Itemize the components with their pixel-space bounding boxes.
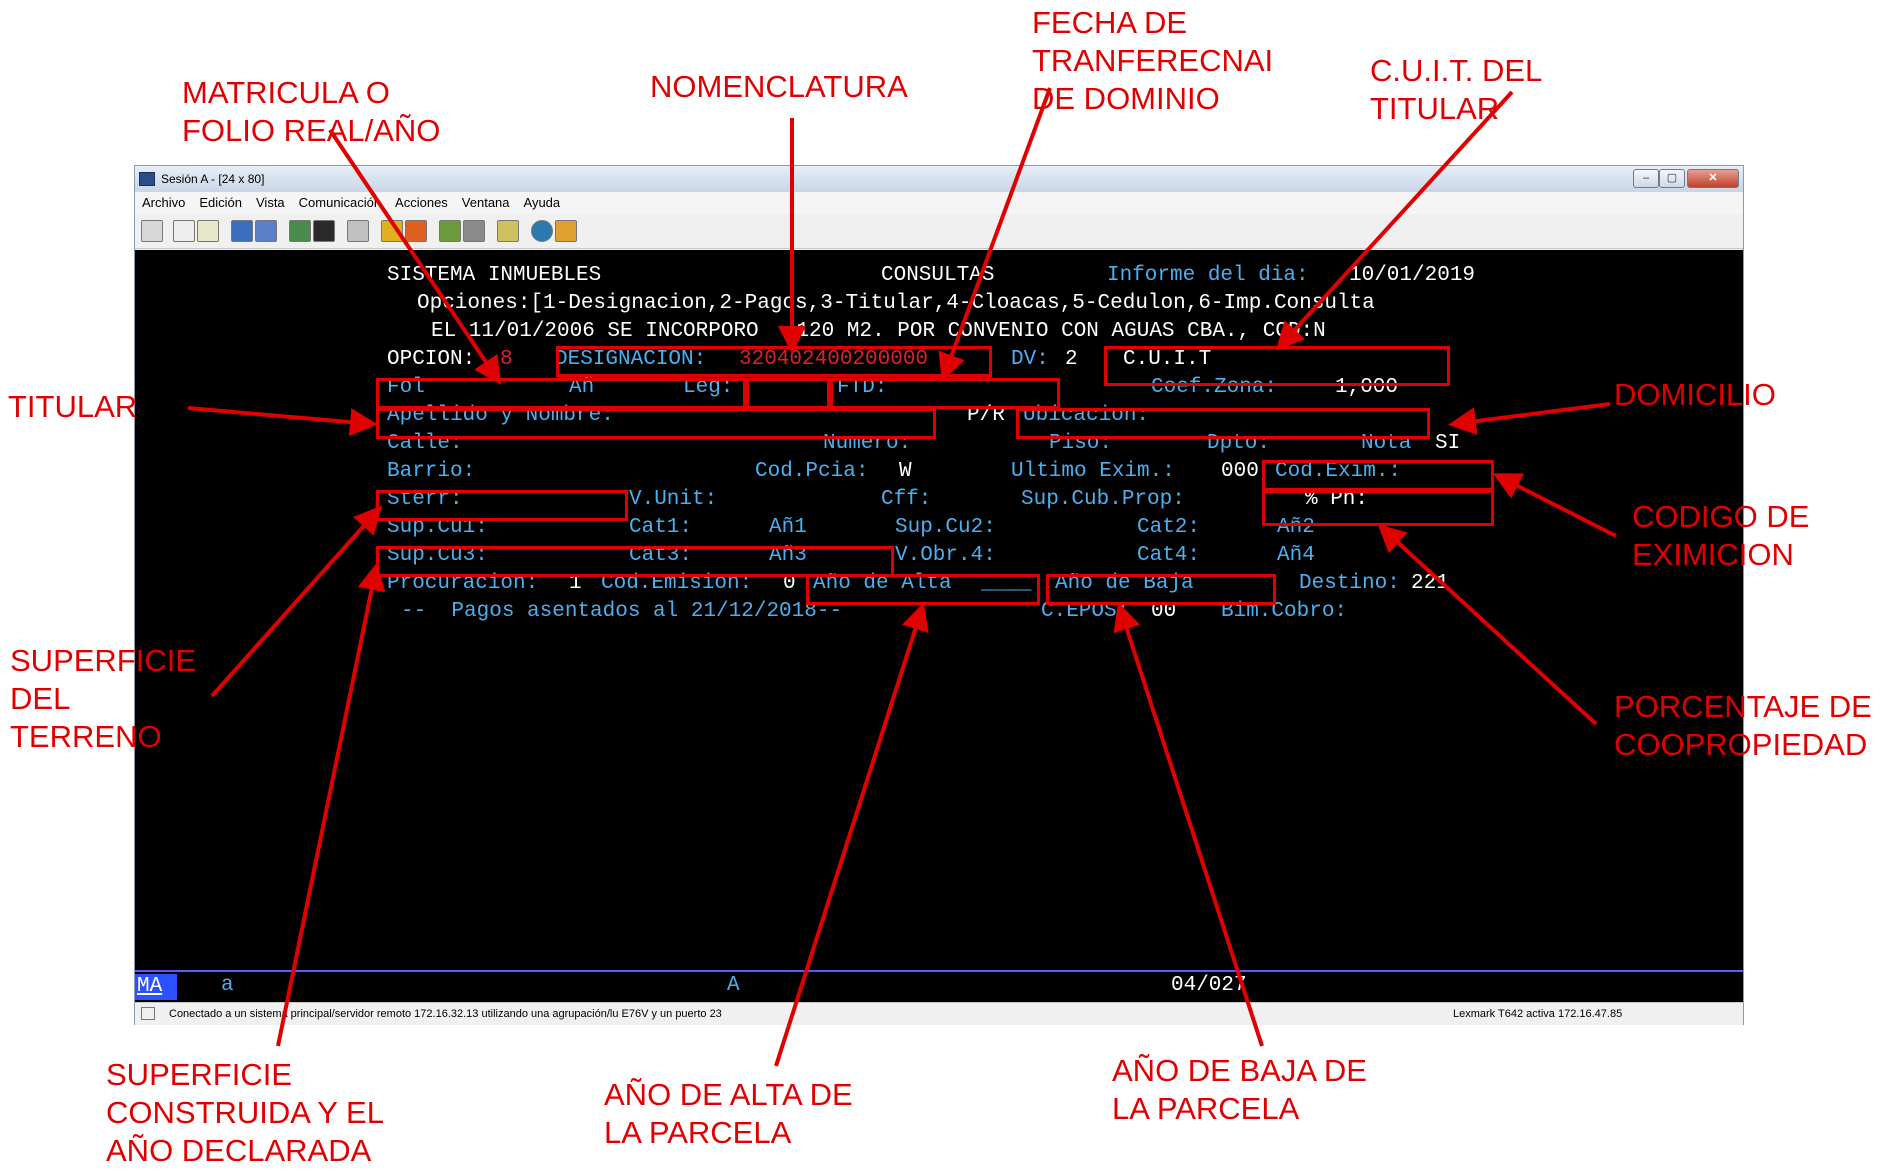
- fecha-arrow: [938, 87, 1052, 382]
- matricula-arrow: [328, 128, 502, 385]
- annotation-superficie-terreno: SUPERFICIE DEL TERRENO: [10, 643, 197, 754]
- annotation-fecha: FECHA DE TRANFERECNAI DE DOMINIO: [1032, 5, 1274, 116]
- annotation-domicilio: DOMICILIO: [1614, 377, 1776, 412]
- titular-arrow: [187, 406, 378, 437]
- domicilio-arrow: [1448, 402, 1611, 436]
- ano-alta-arrow: [774, 602, 929, 1067]
- annotation-porcentaje: PORCENTAJE DE COOPROPIEDAD: [1614, 689, 1872, 762]
- annotation-ano-baja: AÑO DE BAJA DE LA PARCELA: [1112, 1053, 1367, 1126]
- annotation-matricula: MATRICULA O FOLIO REAL/AÑO: [182, 75, 441, 148]
- porcentaje-arrow: [1377, 523, 1598, 726]
- codigo-arrow: [1492, 473, 1617, 538]
- superficie-terreno-arrow: [210, 505, 382, 698]
- annotation-superficie-construida: SUPERFICIE CONSTRUIDA Y EL AÑO DECLARADA: [106, 1057, 384, 1168]
- annotation-nomenclatura: NOMENCLATURA: [650, 69, 908, 104]
- ano-baja-arrow: [1113, 602, 1264, 1047]
- annotation-arrows: [187, 87, 1617, 1067]
- annotation-codigo-eximicion: CODIGO DE EXIMICION: [1632, 499, 1810, 572]
- annotation-titular: TITULAR: [8, 389, 138, 424]
- superficie-construida-arrow: [276, 562, 386, 1047]
- annotation-ano-alta: AÑO DE ALTA DE LA PARCELA: [604, 1077, 853, 1150]
- annotation-cuit: C.U.I.T. DEL TITULAR: [1370, 53, 1543, 126]
- cuit-arrow: [1275, 90, 1514, 351]
